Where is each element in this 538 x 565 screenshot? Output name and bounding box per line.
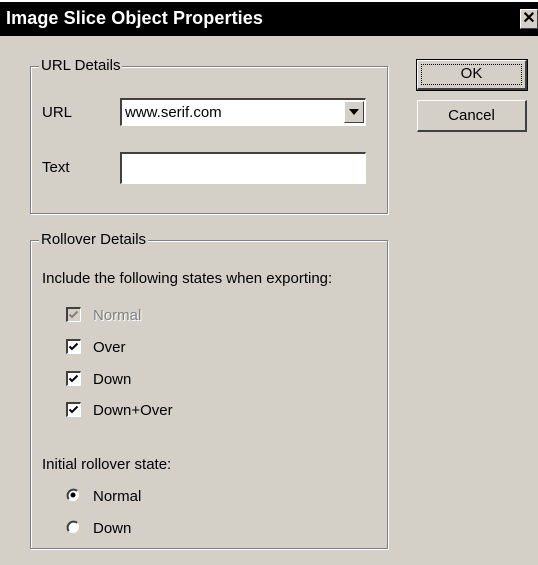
url-details-group: URL Details — [30, 57, 388, 214]
title-bar: Image Slice Object Properties ✕ — [0, 2, 538, 36]
initial-state-label: Initial rollover state: — [42, 456, 172, 473]
normal-state-label: Normal — [93, 307, 142, 324]
close-icon[interactable]: ✕ — [520, 9, 538, 29]
ok-button-label: OK — [460, 65, 483, 82]
normal-state-checkbox — [66, 307, 81, 322]
checkmark-icon — [68, 374, 79, 383]
checkmark-icon — [68, 310, 79, 319]
text-label: Text — [42, 159, 70, 176]
url-combobox[interactable]: www.serif.com — [120, 98, 366, 126]
initial-normal-label[interactable]: Normal — [93, 488, 141, 506]
states-instructions: Include the following states when export… — [42, 270, 333, 287]
over-state-label[interactable]: Over — [93, 339, 126, 357]
checkmark-icon — [68, 342, 79, 351]
text-field[interactable] — [120, 152, 366, 184]
cancel-button[interactable]: Cancel — [417, 100, 527, 132]
initial-normal-radio[interactable] — [66, 488, 80, 502]
url-value: www.serif.com — [125, 104, 222, 121]
cancel-button-label: Cancel — [448, 107, 495, 124]
over-state-checkbox[interactable] — [66, 339, 81, 354]
checkmark-icon — [68, 405, 79, 414]
down-state-label[interactable]: Down — [93, 371, 131, 389]
initial-down-radio[interactable] — [66, 520, 80, 534]
rollover-details-legend: Rollover Details — [39, 231, 149, 249]
down-over-state-label[interactable]: Down+Over — [93, 402, 173, 420]
url-label: URL — [42, 104, 73, 121]
url-details-legend: URL Details — [39, 57, 123, 75]
down-state-checkbox[interactable] — [66, 371, 81, 386]
initial-down-label[interactable]: Down — [93, 520, 131, 538]
properties-dialog: Image Slice Object Properties ✕ URL Deta… — [0, 2, 538, 565]
ok-button[interactable]: OK — [416, 59, 528, 91]
down-over-state-checkbox[interactable] — [66, 402, 81, 417]
chevron-down-icon[interactable] — [344, 101, 364, 123]
dialog-title: Image Slice Object Properties — [6, 8, 264, 28]
